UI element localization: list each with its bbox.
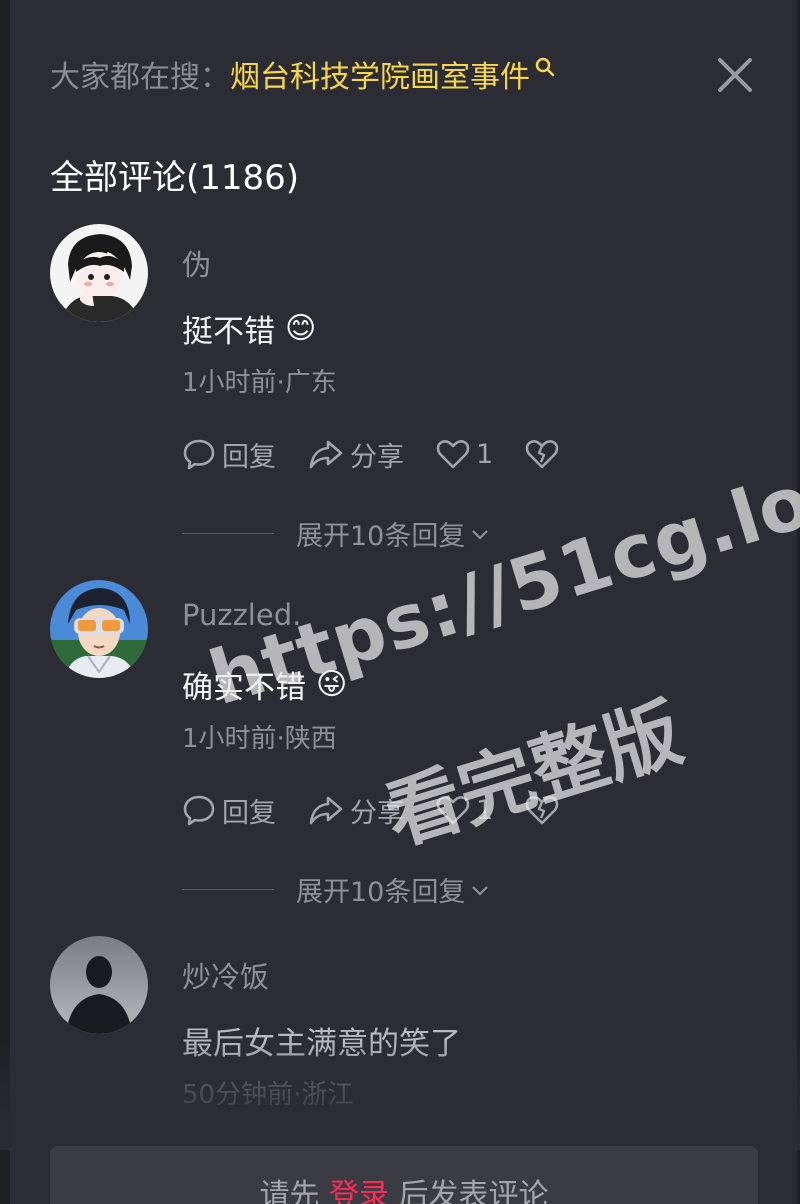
dislike-button[interactable] <box>525 438 565 470</box>
comment-meta: 1小时前·陕西 <box>182 724 337 754</box>
divider <box>182 533 274 534</box>
reply-icon <box>183 439 215 470</box>
expand-replies-label: 展开10条回复 <box>296 877 466 908</box>
share-icon <box>309 796 343 825</box>
reply-label: 回复 <box>222 441 276 473</box>
comment-text-content: 最后女主满意的笑了 <box>182 1026 461 1062</box>
share-button[interactable]: 分享 <box>308 791 404 830</box>
broken-heart-icon <box>525 440 559 469</box>
left-edge <box>0 0 10 1204</box>
close-icon[interactable] <box>716 56 754 94</box>
wink-emoji-icon: 😜 <box>316 667 348 702</box>
reply-icon <box>183 795 215 826</box>
comment-input-bar[interactable]: 请先 登录 后发表评论 <box>50 1146 758 1204</box>
footer-prefix: 请先 <box>259 1178 329 1204</box>
avatar[interactable] <box>50 580 148 678</box>
search-hint[interactable]: 大家都在搜： 烟台科技学院画室事件 <box>50 50 556 98</box>
comment-username[interactable]: 炒冷饭 <box>182 954 269 996</box>
chevron-down-icon <box>472 885 489 896</box>
share-label: 分享 <box>350 441 404 473</box>
expand-replies[interactable]: 展开10条回复 <box>182 870 602 909</box>
avatar[interactable] <box>50 224 148 322</box>
like-button[interactable]: 1 <box>436 794 493 826</box>
comment-text-content: 挺不错 <box>182 314 275 350</box>
like-button[interactable]: 1 <box>436 438 493 470</box>
share-button[interactable]: 分享 <box>308 435 404 474</box>
login-link[interactable]: 登录 <box>329 1178 389 1204</box>
heart-icon <box>436 440 470 469</box>
reply-button[interactable]: 回复 <box>182 791 276 830</box>
comment-item: 伪 挺不错 😊 1小时前·广东 回复 分享 1 展开10条回复 <box>50 224 770 564</box>
expand-replies-label: 展开10条回复 <box>296 521 466 552</box>
comment-text: 挺不错 😊 <box>182 306 316 351</box>
avatar[interactable] <box>50 936 148 1034</box>
comment-actions: 回复 分享 1 <box>182 790 597 830</box>
reply-label: 回复 <box>222 797 276 829</box>
heart-icon <box>436 796 470 825</box>
chevron-down-icon <box>472 529 489 540</box>
expand-replies[interactable]: 展开10条回复 <box>182 514 602 553</box>
search-icon <box>535 57 555 77</box>
divider <box>182 889 274 890</box>
share-label: 分享 <box>350 797 404 829</box>
comment-username[interactable]: Puzzled. <box>182 598 301 632</box>
comment-username[interactable]: 伪 <box>182 242 211 284</box>
comment-text: 最后女主满意的笑了 <box>182 1018 461 1063</box>
like-count: 1 <box>476 438 494 470</box>
comment-actions: 回复 分享 1 <box>182 434 597 474</box>
comments-title: 全部评论(1186) <box>50 158 300 198</box>
reply-button[interactable]: 回复 <box>182 435 276 474</box>
smile-emoji-icon: 😊 <box>285 311 317 346</box>
like-count: 1 <box>476 794 494 826</box>
broken-heart-icon <box>525 796 559 825</box>
search-hint-prefix: 大家都在搜： <box>50 60 230 95</box>
footer-suffix: 后发表评论 <box>389 1178 549 1204</box>
comment-panel: 大家都在搜： 烟台科技学院画室事件 全部评论(1186) 伪 挺不错 😊 1小时… <box>0 0 800 1204</box>
share-icon <box>309 440 343 469</box>
comment-text-content: 确实不错 <box>182 670 306 706</box>
dislike-button[interactable] <box>525 794 565 826</box>
comment-item: 炒冷饭 最后女主满意的笑了 50分钟前·浙江 <box>50 936 770 1136</box>
comment-item: Puzzled. 确实不错 😜 1小时前·陕西 回复 分享 1 展开10条回复 <box>50 580 770 920</box>
comment-meta: 50分钟前·浙江 <box>182 1080 354 1110</box>
comment-meta: 1小时前·广东 <box>182 368 337 398</box>
comment-text: 确实不错 😜 <box>182 662 347 707</box>
search-hint-keyword[interactable]: 烟台科技学院画室事件 <box>230 52 530 96</box>
